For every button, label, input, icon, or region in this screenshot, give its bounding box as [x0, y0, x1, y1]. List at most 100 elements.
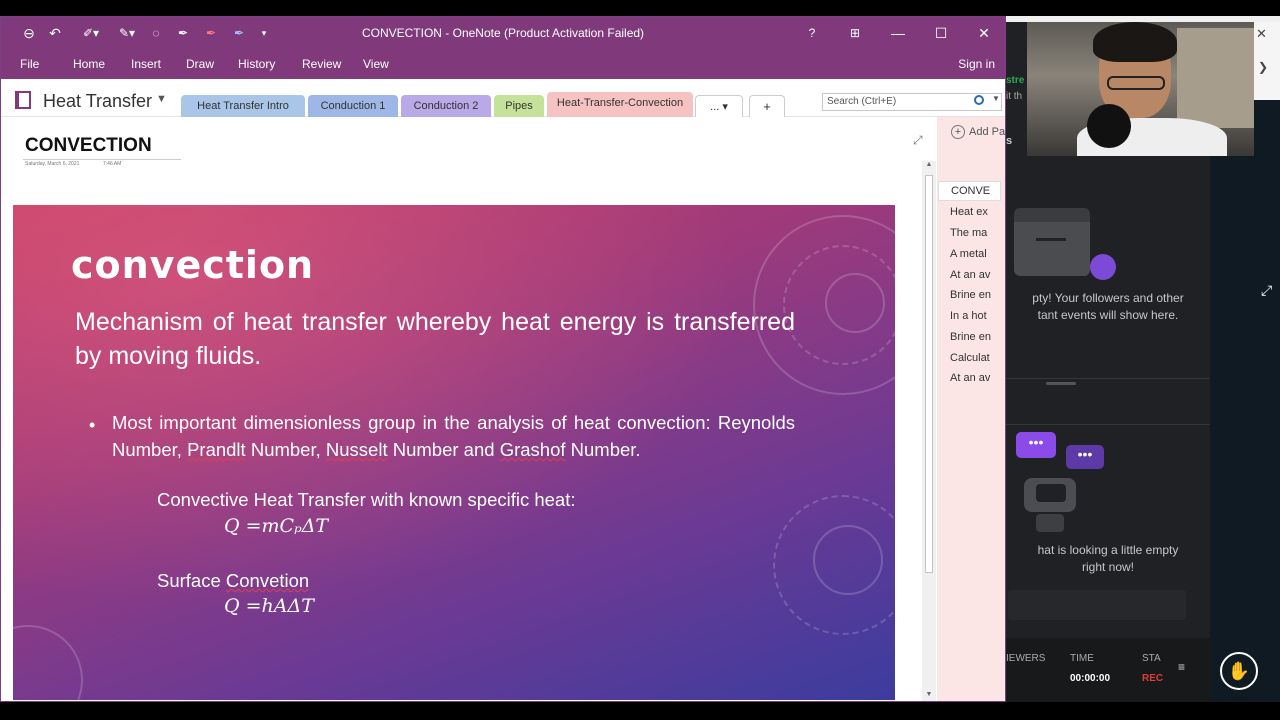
bullet-text: Number and — [387, 439, 500, 460]
calendar-top — [1014, 208, 1090, 222]
title-bar: ⊖ ↶ ✐▾ ✎▾ ◌ ✒ ✒ ✒ ▾ CONVECTION - OneNote… — [1, 17, 1005, 49]
scroll-down-icon[interactable]: ▼ — [922, 691, 936, 701]
tab-file[interactable]: File — [20, 57, 39, 71]
help-button[interactable]: ? — [797, 21, 827, 45]
section-tab-pipes[interactable]: Pipes — [494, 95, 544, 117]
time-label: TIME — [1070, 653, 1094, 664]
page-title[interactable]: CONVECTION — [25, 135, 152, 157]
panel-divider — [1006, 424, 1210, 425]
close-icon[interactable]: ✕ — [1256, 26, 1267, 42]
tab-insert[interactable]: Insert — [131, 57, 161, 71]
tab-draw[interactable]: Draw — [186, 57, 214, 71]
grashof-word: Grashof — [499, 439, 566, 460]
stream-stats-bar: IEWERS TIME 00:00:00 STA REC ≡ — [1006, 638, 1210, 702]
slide-bullet: Most important dimensionless group in th… — [112, 409, 795, 463]
page-item[interactable]: The ma — [950, 227, 1005, 239]
calendar-icon — [1014, 208, 1116, 280]
page-item[interactable]: Brine en — [950, 331, 1005, 343]
page-item[interactable]: In a hot — [950, 310, 1005, 322]
page-item[interactable]: Heat ex — [950, 206, 1005, 218]
convetion-word: Convetion — [225, 570, 310, 591]
minimize-button[interactable]: — — [883, 21, 913, 45]
resize-handle[interactable] — [1046, 382, 1076, 385]
slide-definition: Mechanism of heat transfer whereby heat … — [75, 308, 795, 370]
chevron-right-icon[interactable]: ❯ — [1258, 60, 1268, 74]
chat-bubble-icon: ••• — [1016, 432, 1056, 458]
add-page-icon[interactable]: + — [951, 125, 965, 139]
robot-body — [1036, 514, 1064, 532]
viewers-label: IEWERS — [1006, 653, 1046, 664]
expand-icon[interactable]: ⤢ — [913, 133, 923, 148]
sign-in-link[interactable]: Sign in — [958, 57, 995, 71]
tab-history[interactable]: History — [238, 57, 275, 71]
more-sections-button[interactable]: ... ▾ — [695, 95, 743, 117]
page-item[interactable]: Brine en — [950, 289, 1005, 301]
notebook-name[interactable]: Heat Transfer — [43, 91, 152, 112]
section-tab-heat-transfer-convection[interactable]: Heat-Transfer-Convection — [547, 92, 693, 117]
microphone-icon — [1087, 104, 1131, 148]
display-mode-button[interactable]: ⊞ — [840, 21, 870, 45]
section-tab-conduction-1[interactable]: Conduction 1 — [308, 95, 398, 117]
chat-bubble-icon: ••• — [1066, 445, 1104, 469]
robot-icon — [1018, 470, 1084, 536]
search-icon[interactable] — [974, 95, 984, 105]
page-time: 7:46 AM — [103, 161, 122, 167]
maximize-button[interactable]: ☐ — [926, 21, 956, 45]
calendar-face — [1036, 238, 1066, 246]
page-item[interactable]: Calculat — [950, 352, 1005, 364]
stream-partial-sub: it th — [1006, 91, 1023, 102]
panel-divider — [1006, 378, 1210, 379]
vertical-scrollbar[interactable]: ▲ ▼ — [922, 161, 936, 701]
stream-partial-heading: s — [1006, 135, 1013, 147]
empty-events-message: pty! Your followers and other tant event… — [1032, 291, 1184, 322]
scroll-thumb[interactable] — [925, 175, 933, 573]
page-item[interactable]: A metal — [950, 248, 1005, 260]
webcam-overlay — [1027, 22, 1254, 156]
page-date: Saturday, March 6, 2021 — [25, 161, 80, 167]
slide-heading: convection — [71, 243, 315, 287]
add-page-button[interactable]: Add Pa — [969, 126, 1005, 138]
onenote-window: ⊖ ↶ ✐▾ ✎▾ ◌ ✒ ✒ ✒ ▾ CONVECTION - OneNote… — [0, 16, 1006, 702]
fullscreen-icon[interactable]: ⤢ — [1261, 282, 1272, 299]
convective-heat-equation: Q =mCₚΔT — [224, 515, 329, 537]
chat-input[interactable] — [1008, 590, 1186, 620]
raise-hand-button[interactable]: ✋ — [1220, 652, 1258, 690]
surface-convection-equation: Q =hAΔT — [224, 595, 314, 617]
stream-partial-name: stre — [1006, 75, 1025, 86]
title-underline — [23, 159, 181, 160]
tab-home[interactable]: Home — [73, 57, 105, 71]
section-tab-conduction-2[interactable]: Conduction 2 — [401, 95, 491, 117]
filter-icon[interactable]: ≡ — [1178, 660, 1185, 674]
ribbon-tabs: File Home Insert Draw History Review Vie… — [1, 49, 1005, 79]
surface-convection-label: Surface Convetion — [157, 570, 309, 592]
decor-ring — [813, 525, 883, 595]
bullet-text: Number. — [565, 439, 641, 460]
tab-view[interactable]: View — [363, 57, 389, 71]
bullet-dot: • — [89, 415, 96, 435]
section-bar: Heat Transfer ▼ Heat Transfer Intro Cond… — [1, 79, 1005, 117]
time-value: 00:00:00 — [1070, 673, 1111, 684]
scroll-up-icon[interactable]: ▲ — [922, 161, 936, 173]
close-button[interactable]: ✕ — [969, 21, 999, 45]
bottom-black-bar — [0, 702, 1280, 720]
desktop-screen: ⊖ ↶ ✐▾ ✎▾ ◌ ✒ ✒ ✒ ▾ CONVECTION - OneNote… — [0, 0, 1280, 720]
calendar-body — [1014, 216, 1090, 276]
webcam-person-glasses — [1107, 76, 1165, 90]
page-item-convection[interactable]: CONVE — [938, 181, 1001, 201]
add-section-button[interactable]: + — [749, 95, 785, 117]
status-label: STA — [1142, 653, 1161, 664]
tab-review[interactable]: Review — [302, 57, 341, 71]
prandlt-word: Prandlt — [187, 439, 246, 460]
page-canvas[interactable]: CONVECTION Saturday, March 6, 2021 7:46 … — [1, 117, 936, 701]
nusselt-word: Nusselt — [325, 439, 388, 460]
chevron-down-icon[interactable]: ▼ — [156, 93, 167, 105]
page-item[interactable]: At an av — [950, 269, 1005, 281]
empty-chat-message: hat is looking a little empty right now! — [1037, 543, 1179, 574]
slide-image: convection Mechanism of heat transfer wh… — [13, 205, 895, 700]
webcam-person-hair — [1093, 22, 1177, 62]
search-scope-dropdown[interactable]: ▼ — [992, 94, 1000, 103]
convective-heat-label: Convective Heat Transfer with known spec… — [157, 489, 576, 510]
section-tab-heat-transfer-intro[interactable]: Heat Transfer Intro — [181, 95, 305, 117]
page-item[interactable]: At an av — [950, 372, 1005, 384]
webcam-background-shelf — [1177, 28, 1254, 128]
